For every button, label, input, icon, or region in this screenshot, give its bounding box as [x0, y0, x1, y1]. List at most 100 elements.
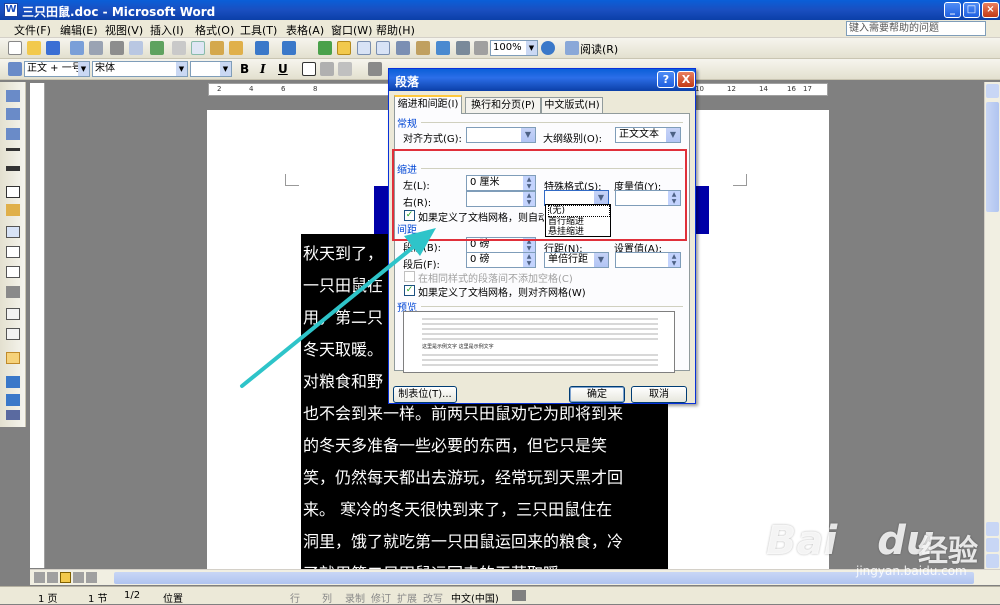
spinner-icon[interactable]: ▲ ▼ — [523, 253, 535, 267]
border-icon[interactable] — [6, 186, 20, 198]
ink-icon[interactable] — [474, 41, 488, 55]
spelling-status-icon[interactable] — [512, 590, 526, 601]
set-value-input[interactable]: ▲ ▼ — [615, 252, 681, 268]
line-spacing-select[interactable]: 单倍行距 ▼ — [544, 252, 609, 268]
open-folder-icon[interactable] — [27, 41, 41, 55]
menu-table[interactable]: 表格(A) — [286, 22, 324, 38]
status-ovr[interactable]: 改写 — [423, 590, 443, 605]
spinner-icon[interactable]: ▲ ▼ — [668, 253, 680, 267]
print-preview-icon[interactable] — [129, 41, 143, 55]
line-style-icon[interactable] — [6, 148, 20, 151]
drawing-icon[interactable] — [416, 41, 430, 55]
paste-icon[interactable] — [210, 41, 224, 55]
spelling-icon[interactable] — [150, 41, 164, 55]
insert-table-icon[interactable] — [357, 41, 371, 55]
char-scale-icon[interactable] — [338, 62, 352, 76]
alignment-select[interactable]: ▼ — [466, 127, 536, 143]
snap-to-grid-checkbox[interactable]: ✓ — [404, 285, 415, 296]
underline-button[interactable]: U — [278, 62, 288, 76]
status-rec[interactable]: 录制 — [345, 590, 365, 605]
minimize-button[interactable]: _ — [944, 2, 961, 18]
web-view-icon[interactable] — [47, 572, 58, 583]
insert-table-icon-left[interactable] — [6, 226, 20, 238]
menu-file[interactable]: 文件(F) — [14, 22, 51, 38]
eraser-icon[interactable] — [6, 108, 20, 120]
menu-insert[interactable]: 插入(I) — [150, 22, 184, 38]
ok-button[interactable]: 确定 — [569, 386, 625, 403]
redo-icon[interactable] — [282, 41, 296, 55]
cut-icon[interactable] — [172, 41, 186, 55]
distribute-cols-icon[interactable] — [6, 328, 20, 340]
close-button[interactable]: × — [982, 2, 999, 18]
print-icon[interactable] — [110, 41, 124, 55]
align-cell-icon[interactable] — [6, 286, 20, 298]
format-painter-icon[interactable] — [229, 41, 243, 55]
help-search-input[interactable]: 键入需要帮助的问题 — [846, 21, 986, 36]
help-icon[interactable] — [541, 41, 555, 55]
menu-edit[interactable]: 编辑(E) — [60, 22, 98, 38]
insert-excel-icon[interactable] — [376, 41, 390, 55]
menu-format[interactable]: 格式(O) — [195, 22, 234, 38]
print-view-icon[interactable] — [60, 572, 71, 583]
merge-cells-icon[interactable] — [6, 246, 20, 258]
scroll-thumb[interactable] — [986, 102, 999, 212]
paw-icon — [837, 525, 877, 561]
split-cells-icon[interactable] — [6, 266, 20, 278]
reading-view-icon[interactable] — [86, 572, 97, 583]
font-select[interactable]: 宋体 ▼ — [92, 61, 188, 77]
cancel-button[interactable]: 取消 — [631, 386, 687, 403]
sort-desc-icon[interactable] — [6, 394, 20, 406]
style-select[interactable]: 正文 + 一号 ▼ — [24, 61, 90, 77]
char-border-icon[interactable] — [302, 62, 316, 76]
no-space-checkbox[interactable] — [404, 271, 415, 282]
dialog-close-button[interactable]: X — [677, 71, 695, 88]
distribute-rows-icon[interactable] — [6, 308, 20, 320]
dialog-title: 段落 — [395, 75, 420, 89]
dialog-help-button[interactable]: ? — [657, 71, 675, 88]
char-shading-icon[interactable] — [320, 62, 334, 76]
save-icon[interactable] — [46, 41, 60, 55]
status-ext[interactable]: 扩展 — [397, 590, 417, 605]
pencil-icon[interactable] — [6, 90, 20, 102]
undo-icon[interactable] — [255, 41, 269, 55]
scroll-up-icon[interactable] — [986, 84, 999, 98]
sort-asc-icon[interactable] — [6, 376, 20, 388]
line-weight-icon[interactable] — [6, 166, 20, 171]
zoom-select[interactable]: 100% ▼ — [490, 40, 538, 56]
normal-view-icon[interactable] — [34, 572, 45, 583]
hyperlink-icon[interactable] — [318, 41, 332, 55]
tables-borders-icon[interactable] — [337, 41, 351, 55]
maximize-button[interactable]: □ — [963, 2, 980, 18]
new-doc-icon[interactable] — [8, 41, 22, 55]
status-trk[interactable]: 修订 — [371, 590, 391, 605]
tabs-button[interactable]: 制表位(T)... — [393, 386, 457, 403]
tab-indent-spacing[interactable]: 缩进和间距(I) — [394, 95, 462, 114]
reading-button[interactable]: 阅读(R) — [580, 41, 618, 57]
draw-table-icon[interactable] — [6, 128, 20, 140]
outline-view-icon[interactable] — [73, 572, 84, 583]
copy-icon[interactable] — [191, 41, 205, 55]
menu-view[interactable]: 视图(V) — [105, 22, 143, 38]
reading-layout-icon[interactable] — [565, 41, 579, 55]
italic-button[interactable]: I — [260, 62, 266, 76]
sum-icon[interactable] — [6, 410, 20, 420]
permission-icon[interactable] — [70, 41, 84, 55]
menu-help[interactable]: 帮助(H) — [376, 22, 415, 38]
menu-window[interactable]: 窗口(W) — [331, 22, 372, 38]
chevron-down-icon: ▼ — [521, 128, 535, 142]
email-icon[interactable] — [89, 41, 103, 55]
show-hide-icon[interactable] — [456, 41, 470, 55]
document-map-icon[interactable] — [436, 41, 450, 55]
styles-formatting-icon[interactable] — [8, 62, 22, 76]
bold-button[interactable]: B — [240, 62, 249, 76]
tab-line-page-breaks[interactable]: 换行和分页(P) — [465, 97, 541, 113]
autoformat-icon[interactable] — [6, 352, 20, 364]
columns-icon[interactable] — [396, 41, 410, 55]
menu-tools[interactable]: 工具(T) — [240, 22, 277, 38]
shading-icon[interactable] — [6, 204, 20, 216]
tab-asian-typography[interactable]: 中文版式(H) — [541, 97, 603, 113]
outline-level-select[interactable]: 正文文本 ▼ — [615, 127, 681, 143]
align-left-icon[interactable] — [368, 62, 382, 76]
space-after-input[interactable]: 0 磅 ▲ ▼ — [466, 252, 536, 268]
font-size-select[interactable]: ▼ — [190, 61, 232, 77]
